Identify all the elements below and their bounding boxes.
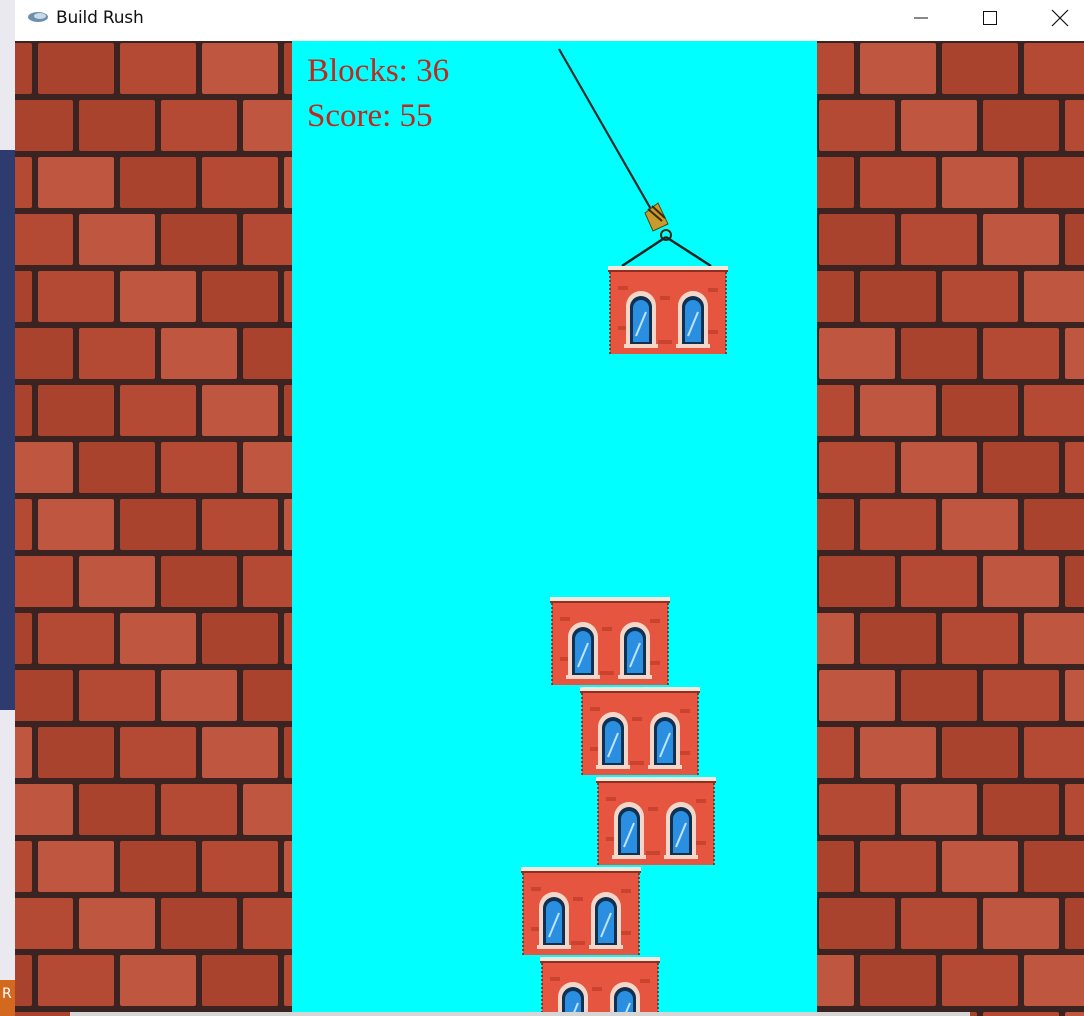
- minimize-icon: [914, 17, 928, 19]
- window-title: Build Rush: [56, 8, 144, 28]
- minimize-button[interactable]: [886, 0, 956, 36]
- close-icon: [1051, 9, 1069, 27]
- taskbar-item-letter: R: [2, 986, 12, 1002]
- tower-block: [595, 776, 717, 866]
- tower-block: [539, 956, 661, 1016]
- tower-block: [520, 866, 642, 956]
- maximize-icon: [983, 11, 997, 25]
- taskbar-edge: [70, 1012, 970, 1016]
- crane-hook-icon: [644, 202, 672, 241]
- blocks-counter: Blocks: 36: [307, 53, 450, 89]
- title-bar[interactable]: Build Rush: [15, 0, 1084, 40]
- hanging-block: [607, 265, 729, 355]
- tower-block: [549, 596, 671, 686]
- game-canvas[interactable]: Blocks: 36 Score: 55: [15, 41, 1084, 1016]
- crane-rope: [558, 48, 653, 212]
- play-scene: [520, 48, 729, 1016]
- game-window: Build Rush Blocks: 36 Score: 55: [15, 0, 1084, 1016]
- maximize-button[interactable]: [955, 0, 1025, 36]
- desktop-window-edge: [0, 150, 15, 710]
- tower-block: [579, 686, 701, 776]
- app-icon: [28, 12, 48, 22]
- desktop-background: R: [0, 0, 15, 1016]
- close-button[interactable]: [1025, 0, 1084, 36]
- score-display: Score: 55: [307, 98, 433, 134]
